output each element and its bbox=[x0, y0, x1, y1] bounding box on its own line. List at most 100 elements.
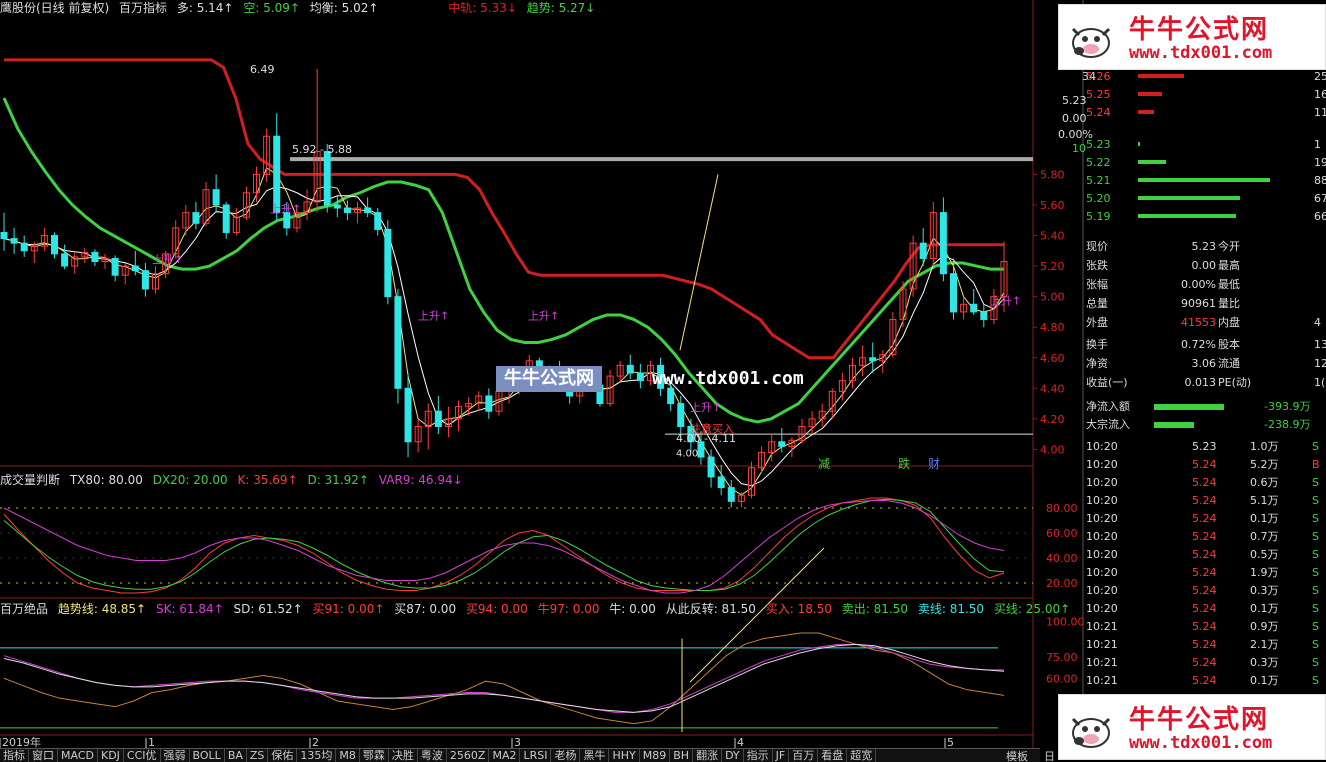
indicator-tab[interactable]: 百万 bbox=[789, 749, 819, 762]
kdj-VAR9-line bbox=[3, 500, 1005, 594]
indicator-tab[interactable]: BH bbox=[670, 749, 694, 762]
stock-title[interactable]: 鹰股份(日线 前复权) bbox=[0, 1, 109, 15]
candle-body bbox=[970, 303, 978, 313]
d-value: D: 31.92↑ bbox=[307, 473, 369, 487]
indicator-tab[interactable]: 超宽 bbox=[847, 749, 877, 762]
indicator-tab[interactable]: 指标 bbox=[0, 749, 29, 762]
sd-value: SD: 61.52↑ bbox=[233, 602, 303, 616]
candle-body bbox=[91, 251, 99, 262]
mid-indicator-name[interactable]: 成交量判断 bbox=[0, 473, 60, 487]
quote-row: 现价 5.23 今开 bbox=[1086, 240, 1240, 253]
price-tick-label: 4.80 bbox=[1040, 321, 1065, 334]
candle-body bbox=[869, 357, 877, 362]
duo-value: 多: 5.14↑ bbox=[176, 1, 234, 15]
bw-SD-line bbox=[3, 643, 1005, 713]
indicator-tab[interactable]: 指示 bbox=[743, 749, 773, 762]
indicator-tab[interactable]: 保佑 bbox=[268, 749, 298, 762]
mai94-value: 买94: 0.00 bbox=[465, 602, 528, 616]
indicator-tab[interactable]: 翻涨 bbox=[693, 749, 723, 762]
k-tick-label: 40.00 bbox=[1046, 552, 1078, 565]
indicator-tab[interactable]: KDJ bbox=[97, 749, 124, 762]
indicator-tab[interactable]: M8 bbox=[336, 749, 360, 762]
quote-row: 总量 90961 量比 bbox=[1086, 297, 1240, 310]
rise-signal-label: 上升↑ bbox=[152, 253, 183, 266]
indicator-name[interactable]: 百万指标 bbox=[119, 1, 167, 15]
candle-body bbox=[626, 364, 634, 374]
bid-row: 5.22 19 bbox=[1086, 156, 1326, 169]
tab-1[interactable]: 日 bbox=[1044, 748, 1055, 762]
mai91-value: 买91: 0.00↑ bbox=[312, 602, 385, 616]
indicator-tab[interactable]: LRSI bbox=[520, 749, 552, 762]
indicator-tab[interactable]: 粤波 bbox=[417, 749, 447, 762]
indicator-tab[interactable]: 看盘 bbox=[818, 749, 848, 762]
tick-row: 10:20 5.24 0.3万 S bbox=[1086, 584, 1319, 597]
indicator-tab[interactable]: MACD bbox=[58, 749, 98, 762]
indicator-tab[interactable]: HHY bbox=[609, 749, 640, 762]
indicator-tab[interactable]: MA2 bbox=[489, 749, 521, 762]
indicator-tab[interactable]: 决胜 bbox=[388, 749, 418, 762]
tick-row: 10:21 5.24 0.1万 S bbox=[1086, 674, 1319, 687]
kdj-D-line bbox=[3, 498, 1005, 591]
candle-body bbox=[919, 242, 927, 259]
candle-body bbox=[394, 296, 402, 389]
price-tick-label: 5.20 bbox=[1040, 260, 1065, 273]
indicator-tab[interactable]: BA bbox=[224, 749, 247, 762]
bw-tick-label: 100.00 bbox=[1046, 616, 1085, 629]
sk-value: SK: 61.84↑ bbox=[155, 602, 224, 616]
banner-url: www.tdx001.com bbox=[1129, 43, 1273, 63]
indicator-tab[interactable]: JF bbox=[772, 749, 790, 762]
tick-row: 10:20 5.24 0.1万 S bbox=[1086, 602, 1319, 615]
price-tick-label: 4.60 bbox=[1040, 352, 1065, 365]
tick-row: 10:20 5.24 1.9万 S bbox=[1086, 566, 1319, 579]
bid-row: 5.20 67 bbox=[1086, 192, 1326, 205]
ask-row: 5.25 16 bbox=[1086, 88, 1326, 101]
tab-0[interactable]: 模板 bbox=[1006, 748, 1028, 762]
candle-body bbox=[707, 456, 715, 478]
indicator-tab[interactable]: BOLL bbox=[189, 749, 225, 762]
candle-body bbox=[778, 441, 786, 447]
tick-row: 10:20 5.23 1.0万 S bbox=[1086, 440, 1319, 453]
k-tick-label: 80.00 bbox=[1046, 502, 1078, 515]
cow-logo-icon bbox=[1071, 717, 1111, 748]
candle-body bbox=[404, 387, 412, 443]
candle-body bbox=[20, 242, 28, 252]
indicator-tab[interactable]: 鄂霖 bbox=[359, 749, 389, 762]
kong-value: 空: 5.09↑ bbox=[243, 1, 300, 15]
bw-SK-line bbox=[3, 643, 1004, 713]
indicator-tab[interactable]: 黑牛 bbox=[580, 749, 610, 762]
rise-signal-label: 上升↑ bbox=[270, 203, 301, 216]
buy-alert-label: 注意买入 bbox=[690, 422, 734, 436]
ad-banner-top[interactable]: 牛牛公式网 www.tdx001.com bbox=[1058, 4, 1326, 70]
indicator-tab[interactable]: M89 bbox=[639, 749, 671, 762]
quote-row: 张跌 0.00 最高 bbox=[1086, 259, 1240, 272]
indicator-tab[interactable]: ZS bbox=[246, 749, 269, 762]
candle-body bbox=[111, 257, 119, 276]
low-indicator-name[interactable]: 百万绝品 bbox=[0, 602, 48, 616]
zhonggui-value: 中轨: 5.33↓ bbox=[448, 1, 517, 15]
candle-body bbox=[434, 410, 442, 428]
indicator-tab[interactable]: 窗口 bbox=[29, 749, 58, 762]
candle-body bbox=[273, 135, 281, 214]
tick-row: 10:20 5.24 0.7万 S bbox=[1086, 530, 1319, 543]
indicator-tab-bar: 指标 窗口 MACD KDJ CCI优 强弱 BOLL BA ZS 保佑 135均 M8 鄂霖 决胜 粤波 2… bbox=[0, 748, 1040, 762]
indicator-tab[interactable]: CCI优 bbox=[123, 749, 161, 762]
candle-body bbox=[61, 253, 69, 267]
indicator-tab[interactable]: 2560Z bbox=[446, 749, 490, 762]
indicator-tab[interactable]: 135均 bbox=[297, 749, 337, 762]
ad-banner-bottom[interactable]: 牛牛公式网 www.tdx001.com bbox=[1058, 694, 1326, 760]
tick-row: 10:21 5.24 0.9万 S bbox=[1086, 620, 1319, 633]
tick-row: 10:20 5.24 5.2万 B bbox=[1086, 458, 1320, 471]
candle-body bbox=[939, 212, 947, 275]
tick-row: 10:21 5.24 0.3万 S bbox=[1086, 656, 1319, 669]
candle-body bbox=[10, 238, 18, 244]
trend-arrow bbox=[679, 174, 719, 351]
indicator-tab[interactable]: DY bbox=[722, 749, 744, 762]
rise-signal-label: 上升↑ bbox=[528, 310, 559, 323]
tick-row: 10:21 5.24 2.1万 S bbox=[1086, 638, 1319, 651]
candle-body bbox=[980, 311, 988, 321]
indicator-tab[interactable]: 强弱 bbox=[160, 749, 190, 762]
indicator-tab[interactable]: 老杨 bbox=[551, 749, 581, 762]
baiwan-header: 百万绝品 趋势线: 48.85↑ SK: 61.84↑ SD: 61.52↑ 买… bbox=[0, 601, 1076, 617]
candle-body bbox=[222, 204, 230, 233]
maixian-value: 卖线: 81.50 bbox=[917, 602, 985, 616]
